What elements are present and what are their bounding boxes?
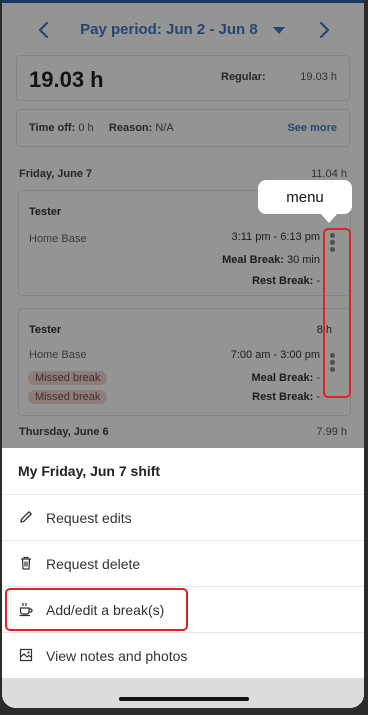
pencil-icon	[20, 511, 32, 523]
home-indicator-area	[2, 678, 364, 708]
modal-backdrop[interactable]	[2, 0, 364, 448]
trash-icon	[21, 556, 31, 570]
phone-screen: Pay period: Jun 2 - Jun 8 19.03 h Regula…	[2, 0, 364, 708]
notes-photo-icon	[19, 648, 33, 662]
request-edits-item[interactable]: Request edits	[2, 494, 364, 540]
menu-callout-label: menu	[286, 189, 324, 206]
shift-actions-sheet: My Friday, Jun 7 shift Request edits Req…	[2, 448, 364, 708]
home-indicator[interactable]	[119, 697, 249, 701]
view-notes-photos-label: View notes and photos	[46, 648, 188, 664]
view-notes-photos-item[interactable]: View notes and photos	[2, 632, 364, 678]
request-delete-item[interactable]: Request delete	[2, 540, 364, 586]
menu-callout: menu	[258, 180, 352, 223]
request-edits-label: Request edits	[46, 510, 132, 526]
request-delete-label: Request delete	[46, 556, 141, 572]
sheet-title: My Friday, Jun 7 shift	[18, 463, 161, 479]
menu-highlight-box	[323, 228, 351, 398]
add-break-highlight-box	[5, 588, 188, 631]
